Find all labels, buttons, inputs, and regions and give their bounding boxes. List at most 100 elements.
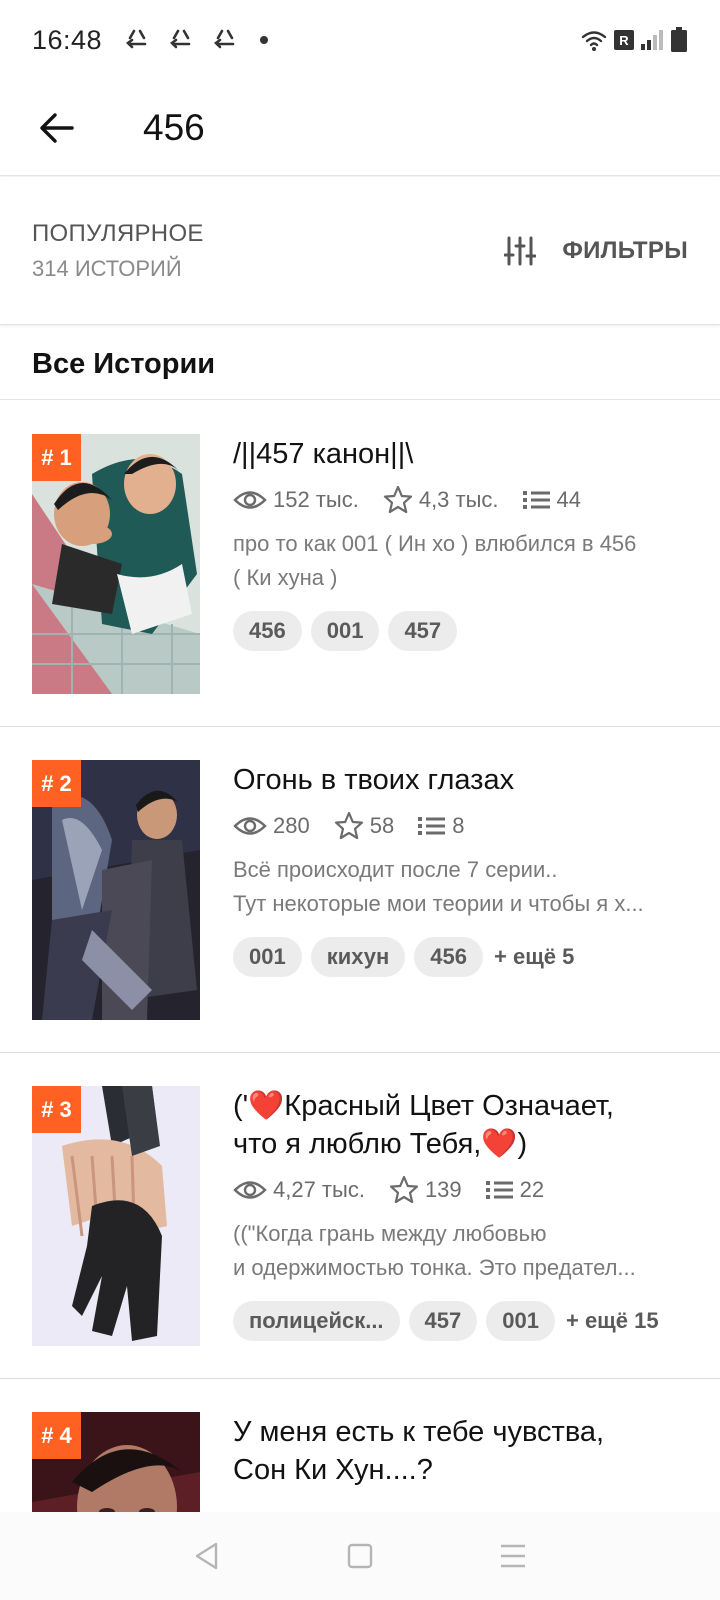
story-title[interactable]: Огонь в твоих глазах bbox=[233, 761, 693, 799]
status-time: 16:48 bbox=[32, 24, 103, 55]
notification-icons bbox=[124, 27, 269, 53]
story-title-line: Огонь в твоих глазах bbox=[233, 764, 515, 796]
sort-label: ПОПУЛЯРНОЕ bbox=[32, 219, 204, 247]
story-title-line: ('❤️Красный Цвет Означает, bbox=[233, 1090, 614, 1122]
story-cover-image[interactable]: # 3 bbox=[32, 1086, 200, 1346]
votes-stat: 4,3 тыс. bbox=[383, 485, 499, 515]
section-title: Все Истории bbox=[32, 348, 216, 380]
description-line: и одержимостью тонка. Это предател... bbox=[233, 1255, 636, 1280]
story-tags: 001 кихун 456 + ещё 5 bbox=[233, 937, 693, 977]
recycle-icon bbox=[214, 29, 235, 49]
rank-badge: # 3 bbox=[32, 1086, 81, 1133]
votes-stat: 139 bbox=[389, 1175, 462, 1205]
story-title-line: /||457 канон||\ bbox=[233, 438, 414, 470]
story-info: У меня есть к тебе чувства, Сон Ки Хун..… bbox=[233, 1413, 693, 1489]
status-icons: R bbox=[580, 27, 688, 53]
sort-selector[interactable]: ПОПУЛЯРНОЕ 314 ИСТОРИЙ bbox=[32, 220, 204, 282]
eye-icon bbox=[233, 491, 267, 509]
eye-icon bbox=[233, 1181, 267, 1199]
parts-count: 44 bbox=[556, 487, 582, 512]
filters-label: ФИЛЬТРЫ bbox=[562, 236, 688, 264]
more-tags-link[interactable]: + ещё 5 bbox=[494, 944, 574, 970]
story-info: /||457 канон||\ 152 тыс. 4,3 тыс. 44 про… bbox=[233, 435, 693, 651]
story-card[interactable]: # 2 Огонь в твоих глазах 280 58 8 Всё пр… bbox=[0, 727, 720, 1053]
app-bar: 456 bbox=[0, 80, 720, 176]
story-description: Всё происходит после 7 серии.. Тут некот… bbox=[233, 853, 693, 921]
story-list: # 1 /||457 канон||\ 152 тыс. 4,3 тыс. 44 bbox=[0, 401, 720, 1569]
recycle-icon bbox=[126, 29, 147, 49]
tag-chip[interactable]: 001 bbox=[310, 611, 380, 651]
network-badge: R bbox=[614, 30, 634, 50]
tag-chip[interactable]: 457 bbox=[408, 1301, 478, 1341]
tag-chip-label: полицейск... bbox=[249, 1308, 384, 1333]
sliders-icon bbox=[504, 236, 537, 265]
rank-badge: # 4 bbox=[32, 1412, 81, 1459]
rank-badge: # 2 bbox=[32, 760, 81, 807]
description-line: Всё происходит после 7 серии.. bbox=[233, 857, 558, 882]
story-title-line: У меня есть к тебе чувства, bbox=[233, 1416, 605, 1448]
story-title-line: что я люблю Тебя,❤️) bbox=[233, 1128, 528, 1160]
system-nav-bar bbox=[0, 1512, 720, 1600]
tag-chip[interactable]: 457 bbox=[388, 611, 458, 651]
story-description: (("Когда грань между любовью и одержимос… bbox=[233, 1217, 693, 1285]
tag-chip[interactable]: кихун bbox=[310, 937, 406, 977]
reads-stat: 152 тыс. bbox=[233, 487, 359, 513]
votes-count: 4,3 тыс. bbox=[418, 487, 499, 512]
parts-stat: 22 bbox=[485, 1177, 545, 1203]
description-line: (("Когда грань между любовью bbox=[233, 1221, 547, 1246]
story-description: про то как 001 ( Ин хо ) влюбился в 456 … bbox=[233, 527, 693, 595]
more-tags-link[interactable]: + ещё 15 bbox=[566, 1308, 659, 1334]
votes-count: 139 bbox=[424, 1177, 462, 1202]
star-icon bbox=[334, 811, 363, 840]
star-icon bbox=[389, 1175, 419, 1204]
tag-chip[interactable]: 001 bbox=[233, 937, 302, 977]
story-card[interactable]: # 3 ('❤️Красный Цвет Означает, что я люб… bbox=[0, 1053, 720, 1379]
nav-back-button[interactable] bbox=[177, 1526, 237, 1586]
parts-count: 8 bbox=[452, 813, 465, 838]
star-icon bbox=[383, 485, 412, 514]
story-tags: полицейск... 457 001 + ещё 15 bbox=[233, 1301, 693, 1341]
nav-home-button[interactable] bbox=[330, 1526, 390, 1586]
description-line: про то как 001 ( Ин хо ) влюбился в 456 bbox=[233, 531, 637, 556]
story-cover-image[interactable]: # 1 bbox=[32, 434, 200, 694]
parts-stat: 8 bbox=[418, 813, 464, 839]
story-info: Огонь в твоих глазах 280 58 8 Всё происх… bbox=[233, 761, 693, 977]
parts-count: 22 bbox=[519, 1177, 545, 1202]
votes-stat: 58 bbox=[334, 811, 394, 841]
reads-count: 280 bbox=[273, 813, 310, 838]
story-title[interactable]: ('❤️Красный Цвет Означает, что я люблю Т… bbox=[233, 1087, 693, 1163]
reads-stat: 4,27 тыс. bbox=[233, 1177, 365, 1203]
story-title[interactable]: У меня есть к тебе чувства, Сон Ки Хун..… bbox=[233, 1413, 693, 1489]
story-stats: 4,27 тыс. 139 22 bbox=[233, 1175, 693, 1205]
story-card[interactable]: # 1 /||457 канон||\ 152 тыс. 4,3 тыс. 44 bbox=[0, 401, 720, 727]
filters-button[interactable]: ФИЛЬТРЫ bbox=[504, 236, 688, 266]
menu-lines-icon bbox=[501, 1544, 526, 1568]
description-line: Тут некоторые мои теории и чтобы я х... bbox=[233, 891, 644, 916]
story-cover-image[interactable]: # 2 bbox=[32, 760, 200, 1020]
signal-icon bbox=[641, 30, 663, 50]
section-header: Все Истории bbox=[0, 330, 720, 400]
nav-recents-button[interactable] bbox=[483, 1526, 543, 1586]
wifi-icon bbox=[581, 31, 607, 51]
tag-chip[interactable]: полицейск... bbox=[233, 1301, 400, 1341]
reads-count: 4,27 тыс. bbox=[273, 1177, 365, 1202]
sort-row: ПОПУЛЯРНОЕ 314 ИСТОРИЙ ФИЛЬТРЫ bbox=[0, 177, 720, 325]
story-title[interactable]: /||457 канон||\ bbox=[233, 435, 693, 473]
rank-badge: # 1 bbox=[32, 434, 81, 481]
recycle-icon bbox=[170, 29, 191, 49]
tag-chip[interactable]: 456 bbox=[233, 611, 302, 651]
tag-chip[interactable]: 001 bbox=[486, 1301, 555, 1341]
story-title-line: Сон Ки Хун....? bbox=[233, 1454, 433, 1486]
story-stats: 152 тыс. 4,3 тыс. 44 bbox=[233, 485, 693, 515]
more-notifications-dot bbox=[260, 36, 269, 44]
eye-icon bbox=[233, 817, 267, 835]
battery-icon bbox=[671, 27, 687, 52]
results-count: 314 ИСТОРИЙ bbox=[32, 255, 182, 281]
arrow-left-icon bbox=[40, 112, 74, 143]
story-info: ('❤️Красный Цвет Означает, что я люблю Т… bbox=[233, 1087, 693, 1341]
back-button[interactable] bbox=[17, 88, 97, 168]
parts-stat: 44 bbox=[522, 487, 582, 513]
tag-chip[interactable]: 456 bbox=[414, 937, 483, 977]
reads-stat: 280 bbox=[233, 813, 310, 839]
votes-count: 58 bbox=[369, 813, 395, 838]
